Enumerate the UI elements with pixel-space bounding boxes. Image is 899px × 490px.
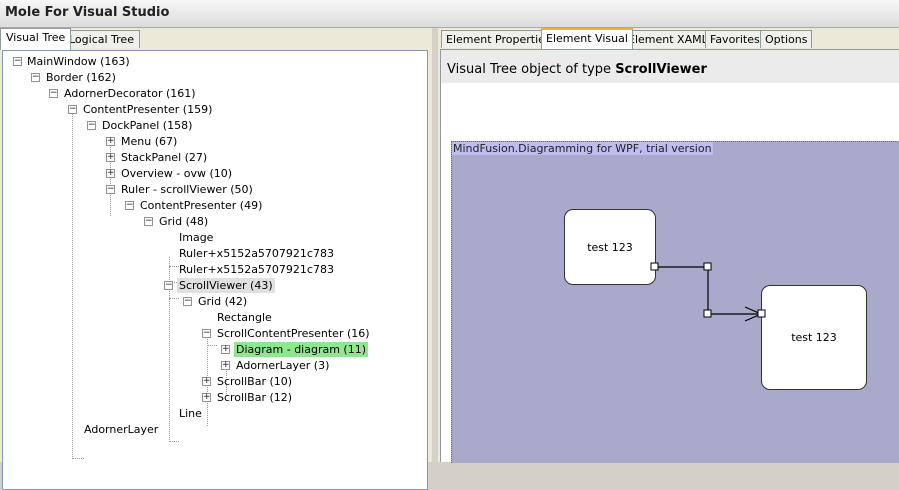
collapse-icon[interactable]: −	[68, 105, 77, 114]
visual-tree-view[interactable]: − MainWindow (163) − Border (162) − Ador…	[2, 50, 428, 490]
tab-logical-tree[interactable]: Logical Tree	[63, 30, 140, 48]
visual-header-text: Visual Tree object of type ScrollViewer	[447, 62, 707, 77]
trial-notice: MindFusion.Diagramming for WPF, trial ve…	[452, 142, 713, 155]
element-visual-panel: Visual Tree object of type ScrollViewer …	[440, 49, 899, 463]
tree-node[interactable]: Grid (42)	[198, 294, 247, 309]
tree-node[interactable]: Grid (48)	[159, 214, 208, 229]
expand-icon[interactable]: +	[106, 153, 115, 162]
tab-visual-tree[interactable]: Visual Tree	[0, 28, 72, 50]
tab-element-xaml[interactable]: Element XAML	[623, 30, 713, 48]
tree-node-highlighted-diagram[interactable]: Diagram - diagram (11)	[234, 342, 369, 357]
diagram-node-2[interactable]: test 123	[761, 285, 867, 390]
collapse-icon[interactable]: −	[183, 297, 192, 306]
tree-node[interactable]: ContentPresenter (49)	[140, 198, 262, 213]
diagram-node-label: test 123	[791, 331, 837, 344]
diagram-node-label: test 123	[587, 240, 633, 254]
tab-element-properties[interactable]: Element Properties	[441, 30, 556, 48]
tree-node[interactable]: Line	[179, 406, 202, 421]
tree-node[interactable]: MainWindow (163)	[27, 54, 130, 69]
tree-node[interactable]: Image	[179, 230, 213, 245]
tree-node[interactable]: AdornerLayer (3)	[236, 358, 329, 373]
collapse-icon[interactable]: −	[13, 57, 22, 66]
visual-type-name: ScrollViewer	[615, 62, 707, 77]
collapse-icon[interactable]: −	[125, 201, 134, 210]
expand-icon[interactable]: +	[202, 377, 211, 386]
diagram-node-1[interactable]: test 123	[564, 209, 656, 285]
tab-options[interactable]: Options	[760, 30, 813, 48]
tree-node[interactable]: ScrollBar (10)	[217, 374, 292, 389]
expand-icon[interactable]: +	[221, 361, 230, 370]
tree-node[interactable]: AdornerLayer	[84, 422, 158, 437]
collapse-icon[interactable]: −	[202, 329, 211, 338]
left-pane: Visual Tree Logical Tree − MainWindow (1…	[0, 28, 432, 490]
tree-node[interactable]: AdornerDecorator (161)	[64, 86, 196, 101]
tree-node[interactable]: Ruler+x5152a5707921c783	[179, 246, 334, 261]
right-pane: Element Properties Element Visual Elemen…	[438, 28, 899, 463]
expand-icon[interactable]: +	[106, 137, 115, 146]
tree-node[interactable]: ContentPresenter (159)	[83, 102, 212, 117]
tab-favorites[interactable]: Favorites	[705, 30, 765, 48]
tree-node[interactable]: Ruler+x5152a5707921c783	[179, 262, 334, 277]
collapse-icon[interactable]: −	[106, 185, 115, 194]
expand-icon[interactable]: +	[106, 169, 115, 178]
visual-header: Visual Tree object of type ScrollViewer	[441, 50, 899, 83]
title-bar: Mole For Visual Studio	[0, 0, 899, 28]
tree-node[interactable]: DockPanel (158)	[102, 118, 192, 133]
window-title: Mole For Visual Studio	[5, 5, 170, 20]
collapse-icon[interactable]: −	[164, 281, 173, 290]
diagram-canvas[interactable]: MindFusion.Diagramming for WPF, trial ve…	[451, 141, 899, 463]
tree-node[interactable]: StackPanel (27)	[121, 150, 207, 165]
tab-element-visual[interactable]: Element Visual	[541, 28, 633, 49]
collapse-icon[interactable]: −	[49, 89, 58, 98]
tree-node[interactable]: ScrollContentPresenter (16)	[217, 326, 370, 341]
tree-node[interactable]: ScrollBar (12)	[217, 390, 292, 405]
tree-node[interactable]: Ruler - scrollViewer (50)	[121, 182, 253, 197]
expand-icon[interactable]: +	[202, 393, 211, 402]
expand-icon[interactable]: +	[221, 345, 230, 354]
tree-node[interactable]: Overview - ovw (10)	[121, 166, 232, 181]
tree-node-selected-scrollviewer[interactable]: ScrollViewer (43)	[177, 278, 275, 293]
collapse-icon[interactable]: −	[144, 217, 153, 226]
left-tab-strip: Visual Tree Logical Tree	[0, 28, 432, 50]
tree-node[interactable]: Rectangle	[217, 310, 272, 325]
tree-node[interactable]: Menu (67)	[121, 134, 177, 149]
tree-node[interactable]: Border (162)	[46, 70, 116, 85]
collapse-icon[interactable]: −	[87, 121, 96, 130]
collapse-icon[interactable]: −	[31, 73, 40, 82]
